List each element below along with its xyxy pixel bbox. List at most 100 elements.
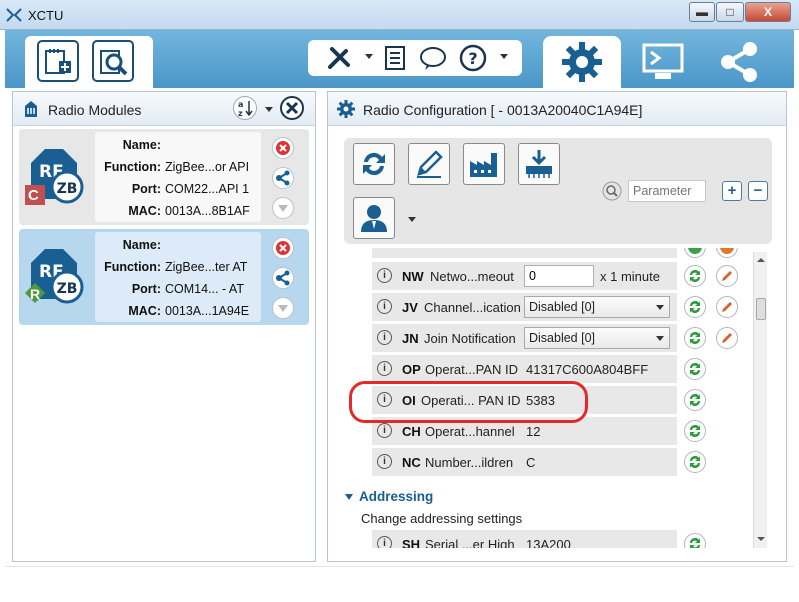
info-icon[interactable]: i [377, 423, 392, 438]
vertical-scrollbar[interactable] [753, 252, 767, 548]
name-label: Name: [122, 238, 161, 252]
info-icon[interactable]: i [377, 330, 392, 345]
refresh-icon [690, 332, 700, 344]
read-param-button[interactable] [684, 358, 706, 380]
chevron-down-icon[interactable] [365, 54, 373, 59]
scroll-down-icon[interactable] [754, 534, 768, 544]
tools-button[interactable] [324, 44, 354, 72]
device-tools-tab [25, 36, 153, 88]
add-device-button[interactable] [37, 40, 79, 82]
info-icon[interactable]: i [377, 361, 392, 376]
default-settings-button[interactable] [463, 143, 505, 185]
info-icon[interactable]: i [377, 268, 392, 283]
module-function: ZigBee...ter AT [165, 260, 248, 274]
function-label: Function: [104, 160, 161, 174]
write-param-button[interactable] [716, 265, 738, 287]
param-row-partial [372, 248, 677, 258]
radio-module-card[interactable]: RF ZB C Name: Function: ZigBee...or API P… [19, 129, 309, 225]
write-param-button[interactable] [716, 248, 738, 258]
chat-bubble-icon [420, 47, 446, 70]
param-value: 12 [526, 424, 541, 439]
configuration-perspective-button[interactable] [543, 36, 621, 88]
minimize-button[interactable]: ▬ [689, 2, 715, 22]
add-device-icon [45, 49, 71, 74]
scrollbar-thumb[interactable] [756, 298, 766, 320]
write-param-button[interactable] [716, 327, 738, 349]
factory-icon [470, 153, 497, 177]
module-info: Name: Function: ZigBee...ter AT Port: COM1… [95, 232, 261, 322]
discover-devices-button[interactable] [92, 40, 134, 82]
network-discover-button[interactable] [272, 267, 294, 289]
sort-button[interactable]: az [233, 96, 257, 120]
write-button[interactable] [408, 143, 450, 185]
gear-icon [562, 42, 602, 82]
mac-label: MAC: [128, 304, 161, 318]
param-name: Serial ...er High [425, 537, 515, 548]
frames-generator-button[interactable] [380, 44, 410, 72]
read-param-button[interactable] [684, 265, 706, 287]
info-icon[interactable]: i [377, 454, 392, 469]
network-perspective-button[interactable] [705, 36, 775, 88]
read-param-button[interactable] [684, 389, 706, 411]
read-param-button[interactable] [684, 327, 706, 349]
read-param-button[interactable] [684, 248, 706, 258]
read-param-button[interactable] [684, 533, 706, 548]
parameter-search-input[interactable] [628, 180, 706, 202]
param-row-nw: i NW Netwo...meout x 1 minute [372, 262, 677, 290]
addressing-section-header[interactable]: Addressing [344, 489, 644, 509]
expand-all-button[interactable]: + [722, 181, 742, 201]
radio-configuration-panel: Radio Configuration [ - 0013A20040C1A94E… [327, 91, 787, 562]
remove-module-button[interactable] [272, 137, 294, 159]
chevron-down-icon[interactable] [500, 54, 508, 59]
search-icon [602, 181, 622, 201]
refresh-icon [690, 301, 700, 313]
chevron-down-icon[interactable] [408, 217, 416, 222]
close-window-button[interactable]: X [745, 2, 791, 22]
network-nodes-icon [276, 270, 290, 286]
pencil-icon [722, 302, 732, 312]
chevron-down-icon[interactable] [265, 107, 273, 112]
refresh-arrows-icon [363, 152, 385, 176]
info-icon[interactable]: i [377, 536, 392, 548]
read-param-button[interactable] [684, 451, 706, 473]
param-value-select[interactable]: Disabled [0] [524, 296, 670, 318]
read-button[interactable] [353, 143, 395, 185]
close-icon [276, 241, 290, 255]
svg-text:ZB: ZB [57, 281, 78, 297]
console-monitor-icon [642, 43, 684, 79]
refresh-icon [690, 425, 700, 437]
radio-module-icon [25, 101, 37, 117]
module-details-button[interactable] [272, 197, 294, 219]
help-button[interactable]: ? [458, 44, 488, 72]
refresh-icon [690, 394, 700, 406]
chat-button[interactable] [418, 44, 448, 72]
download-chip-icon [526, 150, 552, 178]
profile-button[interactable] [353, 197, 395, 239]
read-param-button[interactable] [684, 296, 706, 318]
maximize-button[interactable]: □ [716, 2, 744, 22]
radio-module-card-selected[interactable]: RF ZB R Name: Function: ZigBee...ter AT P… [19, 229, 309, 325]
info-icon[interactable]: i [377, 299, 392, 314]
update-firmware-button[interactable] [518, 143, 560, 185]
param-value-select[interactable]: Disabled [0] [524, 327, 670, 349]
radio-configuration-header: Radio Configuration [ - 0013A20040C1A94E… [328, 92, 786, 126]
collapse-all-button[interactable]: − [748, 181, 768, 201]
remove-all-button[interactable] [280, 96, 304, 120]
close-icon [276, 141, 290, 155]
console-perspective-button[interactable] [628, 36, 698, 88]
param-code: JV [402, 300, 418, 315]
param-name: Operat...PAN ID [425, 362, 518, 377]
refresh-icon [690, 456, 700, 468]
network-discover-button[interactable] [272, 167, 294, 189]
param-row-sh: i SH Serial ...er High 13A200 [372, 530, 677, 548]
refresh-icon [688, 248, 702, 254]
module-details-button[interactable] [272, 297, 294, 319]
remove-module-button[interactable] [272, 237, 294, 259]
scroll-up-icon[interactable] [754, 255, 768, 265]
radio-modules-panel: Radio Modules az RF ZB C Name: Function:… [12, 91, 316, 562]
module-function: ZigBee...or API [165, 160, 250, 174]
write-param-button[interactable] [716, 296, 738, 318]
close-icon [285, 101, 299, 115]
param-value-input[interactable] [524, 265, 594, 287]
read-param-button[interactable] [684, 420, 706, 442]
